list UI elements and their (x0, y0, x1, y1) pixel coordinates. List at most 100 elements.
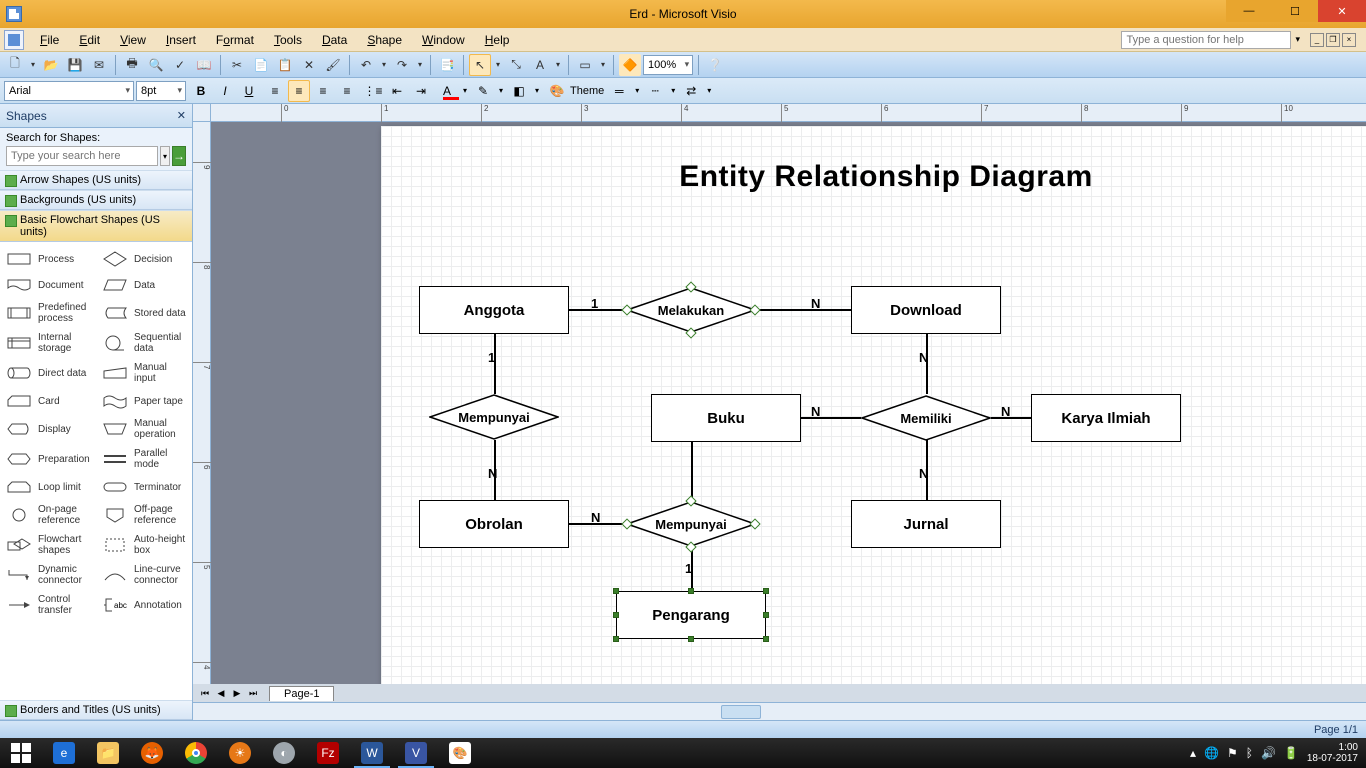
font-color-dropdown-icon[interactable]: ▾ (460, 80, 470, 102)
shape-parallel-mode[interactable]: Parallel mode (96, 444, 192, 474)
menu-shape[interactable]: Shape (357, 31, 412, 49)
mdi-minimize-button[interactable]: _ (1310, 33, 1324, 47)
text-tool-icon[interactable]: A (529, 54, 551, 76)
minimize-button[interactable]: — (1226, 0, 1272, 22)
bold-button[interactable]: B (190, 80, 212, 102)
print-preview-icon[interactable]: 🔍 (145, 54, 167, 76)
tray-battery-icon[interactable]: 🔋 (1284, 746, 1299, 760)
redo-dropdown-icon[interactable]: ▾ (415, 54, 425, 76)
shapes-search-dropdown-icon[interactable]: ▾ (160, 146, 170, 166)
system-tray[interactable]: ▴ 🌐 ⚑ ᛒ 🔊 🔋 1:00 18-07-2017 (1182, 738, 1366, 768)
spellcheck-icon[interactable]: ✓ (169, 54, 191, 76)
shape-on-page-reference[interactable]: On-page reference (0, 500, 96, 530)
shape-category-borders[interactable]: Borders and Titles (US units) (0, 700, 192, 720)
tray-clock[interactable]: 1:00 18-07-2017 (1307, 742, 1358, 764)
email-icon[interactable]: ✉ (88, 54, 110, 76)
line-color-dropdown-icon[interactable]: ▾ (496, 80, 506, 102)
line-weight-button[interactable]: ═ (608, 80, 630, 102)
bullets-button[interactable]: ⋮≡ (362, 80, 384, 102)
line-ends-button[interactable]: ⇄ (680, 80, 702, 102)
zoom-combo[interactable]: 100% (643, 55, 693, 75)
fill-button[interactable]: ◧ (508, 80, 530, 102)
relation-mempunyai-2[interactable]: Mempunyai (626, 501, 756, 547)
tab-last-icon[interactable]: ⏭ (245, 688, 261, 699)
shape-control-transfer[interactable]: Control transfer (0, 590, 96, 620)
shapes-search-input[interactable] (6, 146, 158, 166)
fill-color-icon[interactable]: 🔶 (619, 54, 641, 76)
research-icon[interactable]: 📖 (193, 54, 215, 76)
entity-obrolan[interactable]: Obrolan (419, 500, 569, 548)
connector[interactable] (801, 417, 861, 419)
increase-indent-button[interactable]: ⇥ (410, 80, 432, 102)
line-weight-dropdown-icon[interactable]: ▾ (632, 80, 642, 102)
entity-karya-ilmiah[interactable]: Karya Ilmiah (1031, 394, 1181, 442)
taskbar-paint[interactable]: 🎨 (438, 738, 482, 768)
close-button[interactable]: ✕ (1318, 0, 1366, 22)
theme-label[interactable]: Theme (570, 85, 604, 97)
line-color-button[interactable]: ✎ (472, 80, 494, 102)
start-button[interactable] (0, 738, 42, 768)
shape-sequential-data[interactable]: Sequential data (96, 328, 192, 358)
shapes-search-go-button[interactable]: → (172, 146, 186, 166)
shape-category-flowchart[interactable]: Basic Flowchart Shapes (US units) (0, 210, 192, 242)
shape-decision[interactable]: Decision (96, 246, 192, 272)
copy-icon[interactable]: 📄 (250, 54, 272, 76)
drawing-page[interactable]: Entity Relationship Diagram Anggota Mela… (381, 126, 1366, 684)
tray-network-icon[interactable]: 🌐 (1204, 746, 1219, 760)
shape-document[interactable]: Document (0, 272, 96, 298)
align-justify-button[interactable]: ≡ (336, 80, 358, 102)
shape-manual-input[interactable]: Manual input (96, 358, 192, 388)
maximize-button[interactable]: ☐ (1272, 0, 1318, 22)
shape-stored-data[interactable]: Stored data (96, 298, 192, 328)
shape-manual-operation[interactable]: Manual operation (96, 414, 192, 444)
shape-dynamic-connector[interactable]: Dynamic connector (0, 560, 96, 590)
shape-dropdown-icon[interactable]: ▾ (598, 54, 608, 76)
shape-flowchart-shapes[interactable]: Flowchart shapes (0, 530, 96, 560)
mdi-restore-button[interactable]: ❐ (1326, 33, 1340, 47)
page-tab-1[interactable]: Page-1 (269, 686, 334, 701)
undo-icon[interactable]: ↶ (355, 54, 377, 76)
shape-category-arrows[interactable]: Arrow Shapes (US units) (0, 170, 192, 190)
save-icon[interactable]: 💾 (64, 54, 86, 76)
shape-card[interactable]: Card (0, 388, 96, 414)
shape-off-page-reference[interactable]: Off-page reference (96, 500, 192, 530)
tray-up-icon[interactable]: ▴ (1190, 746, 1196, 760)
new-dropdown-icon[interactable]: ▾ (28, 54, 38, 76)
align-right-button[interactable]: ≡ (312, 80, 334, 102)
help-search-input[interactable] (1121, 31, 1291, 49)
menu-insert[interactable]: Insert (156, 31, 206, 49)
shape-process[interactable]: Process (0, 246, 96, 272)
line-pattern-button[interactable]: ┄ (644, 80, 666, 102)
menu-view[interactable]: View (110, 31, 156, 49)
shape-direct-data[interactable]: Direct data (0, 358, 96, 388)
pointer-tool-icon[interactable]: ↖ (469, 54, 491, 76)
relation-memiliki[interactable]: Memiliki (861, 395, 991, 441)
connector[interactable] (756, 309, 851, 311)
entity-download[interactable]: Download (851, 286, 1001, 334)
connector[interactable] (691, 442, 693, 501)
shape-paper-tape[interactable]: Paper tape (96, 388, 192, 414)
horizontal-scrollbar[interactable] (193, 702, 1366, 720)
diagram-title[interactable]: Entity Relationship Diagram (381, 160, 1366, 194)
align-center-button[interactable]: ≡ (288, 80, 310, 102)
canvas-scroll[interactable]: Entity Relationship Diagram Anggota Mela… (211, 122, 1366, 684)
underline-button[interactable]: U (238, 80, 260, 102)
line-pattern-dropdown-icon[interactable]: ▾ (668, 80, 678, 102)
tray-bt-icon[interactable]: ᛒ (1246, 746, 1253, 760)
shape-auto-height-box[interactable]: Auto-height box (96, 530, 192, 560)
menu-help[interactable]: Help (475, 31, 520, 49)
tray-flag-icon[interactable]: ⚑ (1227, 746, 1238, 760)
taskbar-visio[interactable]: V (394, 738, 438, 768)
undo-dropdown-icon[interactable]: ▾ (379, 54, 389, 76)
menu-tools[interactable]: Tools (264, 31, 312, 49)
tab-next-icon[interactable]: ▶ (229, 688, 245, 699)
selection-handle[interactable] (613, 612, 619, 618)
shape-predefined-process[interactable]: Predefined process (0, 298, 96, 328)
entity-pengarang[interactable]: Pengarang (616, 591, 766, 639)
tab-first-icon[interactable]: ⏮ (197, 688, 213, 699)
shapes-panel-close-icon[interactable]: ✕ (177, 109, 186, 122)
font-combo[interactable]: Arial (4, 81, 134, 101)
selection-handle[interactable] (613, 588, 619, 594)
theme-icon[interactable]: 🎨 (546, 80, 568, 102)
mdi-close-button[interactable]: × (1342, 33, 1356, 47)
